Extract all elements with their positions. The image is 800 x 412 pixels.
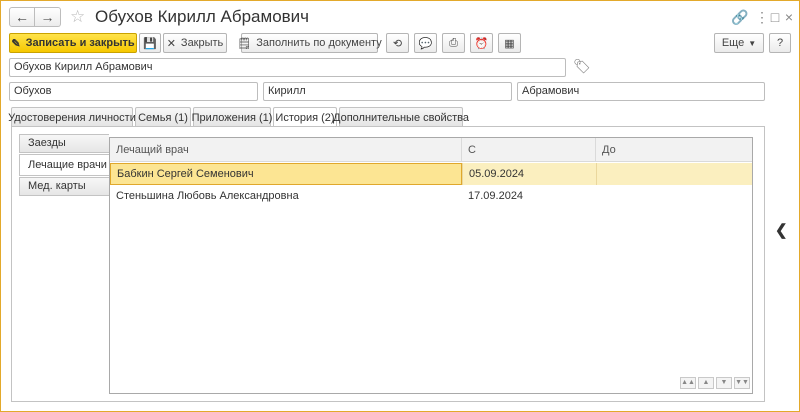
history-button[interactable]: ⟲ <box>386 33 409 53</box>
column-header-from[interactable]: С <box>462 138 596 162</box>
tag-icon[interactable]: 🏷 <box>573 58 591 75</box>
forward-button[interactable]: → <box>35 7 61 27</box>
floppy-icon: 💾 <box>143 37 157 50</box>
command-bar: ✎ Записать и закрыть 💾 ✕ Закрыть 🗒 Запол… <box>9 33 791 53</box>
history-icon: ⟲ <box>392 37 403 50</box>
cell-from[interactable]: 05.09.2024 <box>462 163 596 185</box>
link-icon[interactable]: 🔗 <box>731 7 748 27</box>
arrow-left-icon: ← <box>15 9 29 25</box>
history-tab-panel: Заезды Лечащие врачи Мед. карты Лечащий … <box>11 126 765 402</box>
scroll-bottom-icon[interactable]: ▼▼ <box>734 377 750 389</box>
first-name-field[interactable]: Кирилл <box>263 82 512 101</box>
cell-to[interactable] <box>596 185 752 207</box>
cell-from[interactable]: 17.09.2024 <box>462 185 596 207</box>
fill-by-document-button[interactable]: 🗒 Заполнить по документу <box>237 33 382 53</box>
tab-attachments[interactable]: Приложения (1) <box>192 107 272 127</box>
more-menu-button[interactable]: Еще ▼ <box>714 33 764 53</box>
back-button[interactable]: ← <box>9 7 35 27</box>
printer-icon: ⎙ <box>449 36 458 49</box>
title-bar: ← → ☆ Обухов Кирилл Абрамович 🔗 ⋮ □ × <box>9 7 793 29</box>
chevron-left-icon[interactable]: ❮ <box>775 221 788 239</box>
fill-document-icon: 🗒 <box>237 37 252 50</box>
save-button[interactable]: 💾 <box>139 33 161 53</box>
scroll-up-icon[interactable]: ▲ <box>698 377 714 389</box>
comment-button[interactable]: 💬 <box>414 33 437 53</box>
full-name-field[interactable]: Обухов Кирилл Абрамович <box>9 58 566 77</box>
archive-icon: ▦ <box>504 37 515 50</box>
star-icon[interactable]: ☆ <box>70 7 85 27</box>
column-header-doctor[interactable]: Лечащий врач <box>110 138 462 162</box>
help-button[interactable]: ? <box>769 33 791 53</box>
archive-button[interactable]: ▦ <box>498 33 521 53</box>
side-tab-stays[interactable]: Заезды <box>19 134 109 153</box>
scroll-down-icon[interactable]: ▼ <box>716 377 732 389</box>
close-x-icon: ✕ <box>166 37 176 50</box>
form-window: ← → ☆ Обухов Кирилл Абрамович 🔗 ⋮ □ × ✎ … <box>0 0 800 412</box>
comment-icon: 💬 <box>418 37 433 50</box>
arrow-right-icon: → <box>40 9 55 25</box>
cell-doctor[interactable]: Бабкин Сергей Семенович <box>110 163 462 185</box>
scroll-top-icon[interactable]: ▲▲ <box>680 377 696 389</box>
alarm-clock-icon: ⏰ <box>474 37 489 50</box>
side-tab-attending-doctors[interactable]: Лечащие врачи <box>19 154 110 176</box>
last-name-field[interactable]: Обухов <box>9 82 258 101</box>
save-and-close-button[interactable]: ✎ Записать и закрыть <box>9 33 137 53</box>
tab-history[interactable]: История (2) <box>273 107 337 128</box>
reminder-button[interactable]: ⏰ <box>470 33 493 53</box>
attending-doctors-table: Лечащий врач С До Бабкин Сергей Семенови… <box>109 137 753 394</box>
close-button[interactable]: ✕ Закрыть <box>163 33 227 53</box>
table-row[interactable]: Стеньшина Любовь Александровна 17.09.202… <box>110 185 752 207</box>
middle-name-field[interactable]: Абрамович <box>517 82 765 101</box>
tab-additional-properties[interactable]: Дополнительные свойства <box>333 107 469 127</box>
close-icon[interactable]: × <box>781 7 797 27</box>
save-close-icon: ✎ <box>11 37 21 50</box>
tab-identity-documents[interactable]: Удостоверения личности <box>8 107 136 127</box>
table-row[interactable]: Бабкин Сергей Семенович 05.09.2024 <box>110 163 752 185</box>
chevron-down-icon: ▼ <box>748 38 757 48</box>
cell-doctor[interactable]: Стеньшина Любовь Александровна <box>110 185 462 207</box>
tab-family[interactable]: Семья (1) <box>135 107 191 127</box>
window-title: Обухов Кирилл Абрамович <box>95 7 310 26</box>
column-header-to[interactable]: До <box>596 138 752 162</box>
table-header: Лечащий врач С До <box>110 138 752 162</box>
cell-to[interactable] <box>596 163 752 185</box>
print-button[interactable]: ⎙ <box>442 33 465 53</box>
side-tab-medical-cards[interactable]: Мед. карты <box>19 177 109 196</box>
